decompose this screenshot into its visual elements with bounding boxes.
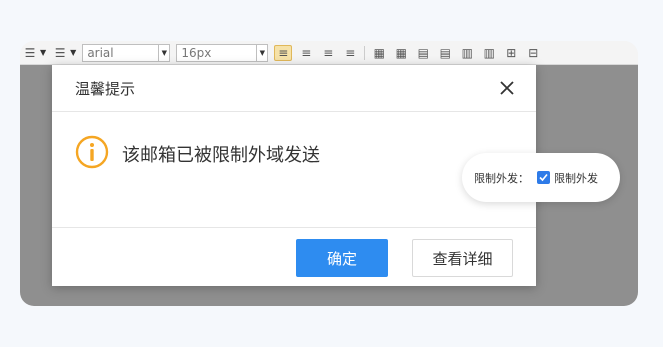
align-right-icon[interactable]: ≡ [320, 46, 336, 60]
confirm-button[interactable]: 确定 [296, 239, 388, 277]
merge-cells-icon[interactable]: ⊞ [503, 46, 519, 60]
font-family-value: arial [87, 45, 114, 60]
chevron-down-icon[interactable]: ▼ [40, 48, 46, 57]
dialog-footer: 确定 查看详细 [52, 228, 536, 286]
chevron-down-icon[interactable]: ▼ [70, 48, 76, 57]
restriction-callout: 限制外发： 限制外发 [462, 153, 620, 202]
toolbar-divider [364, 45, 366, 60]
delete-column-icon[interactable]: ▥ [481, 46, 497, 60]
checkbox-label: 限制外发 [554, 171, 598, 185]
chevron-down-icon: ▼ [158, 44, 169, 61]
unordered-list-icon[interactable]: ☰ [52, 46, 68, 60]
restriction-label: 限制外发： [474, 171, 529, 185]
table-icon[interactable]: ▦ [371, 46, 387, 60]
delete-row-icon[interactable]: ▤ [437, 46, 453, 60]
insert-row-icon[interactable]: ▤ [415, 46, 431, 60]
ordered-list-icon[interactable]: ☰ [22, 46, 38, 60]
close-icon[interactable] [498, 79, 516, 97]
restriction-checkbox[interactable]: 限制外发 [537, 170, 598, 186]
align-justify-icon[interactable]: ≡ [342, 46, 358, 60]
font-family-select[interactable]: arial ▼ [82, 43, 171, 62]
align-left-icon[interactable]: ≡ [274, 44, 293, 61]
info-icon [75, 135, 109, 169]
dialog-message: 该邮箱已被限制外域发送 [122, 145, 320, 166]
align-center-icon[interactable]: ≡ [298, 46, 314, 60]
dialog-header: 温馨提示 [52, 65, 536, 112]
chevron-down-icon: ▼ [256, 44, 267, 61]
font-size-select[interactable]: 16px ▼ [176, 43, 269, 62]
editor-toolbar: ☰ ▼ ☰ ▼ arial ▼ 16px ▼ ≡ ≡ ≡ ≡ ▦ ▦ ▤ ▤ ▥… [20, 41, 638, 65]
delete-table-icon[interactable]: ▦ [393, 46, 409, 60]
split-cells-icon[interactable]: ⊟ [525, 46, 541, 60]
view-details-button[interactable]: 查看详细 [412, 239, 513, 277]
font-size-value: 16px [181, 45, 212, 60]
dialog-title: 温馨提示 [75, 79, 136, 98]
insert-column-icon[interactable]: ▥ [459, 46, 475, 60]
checkbox-checked-icon[interactable] [537, 171, 550, 184]
